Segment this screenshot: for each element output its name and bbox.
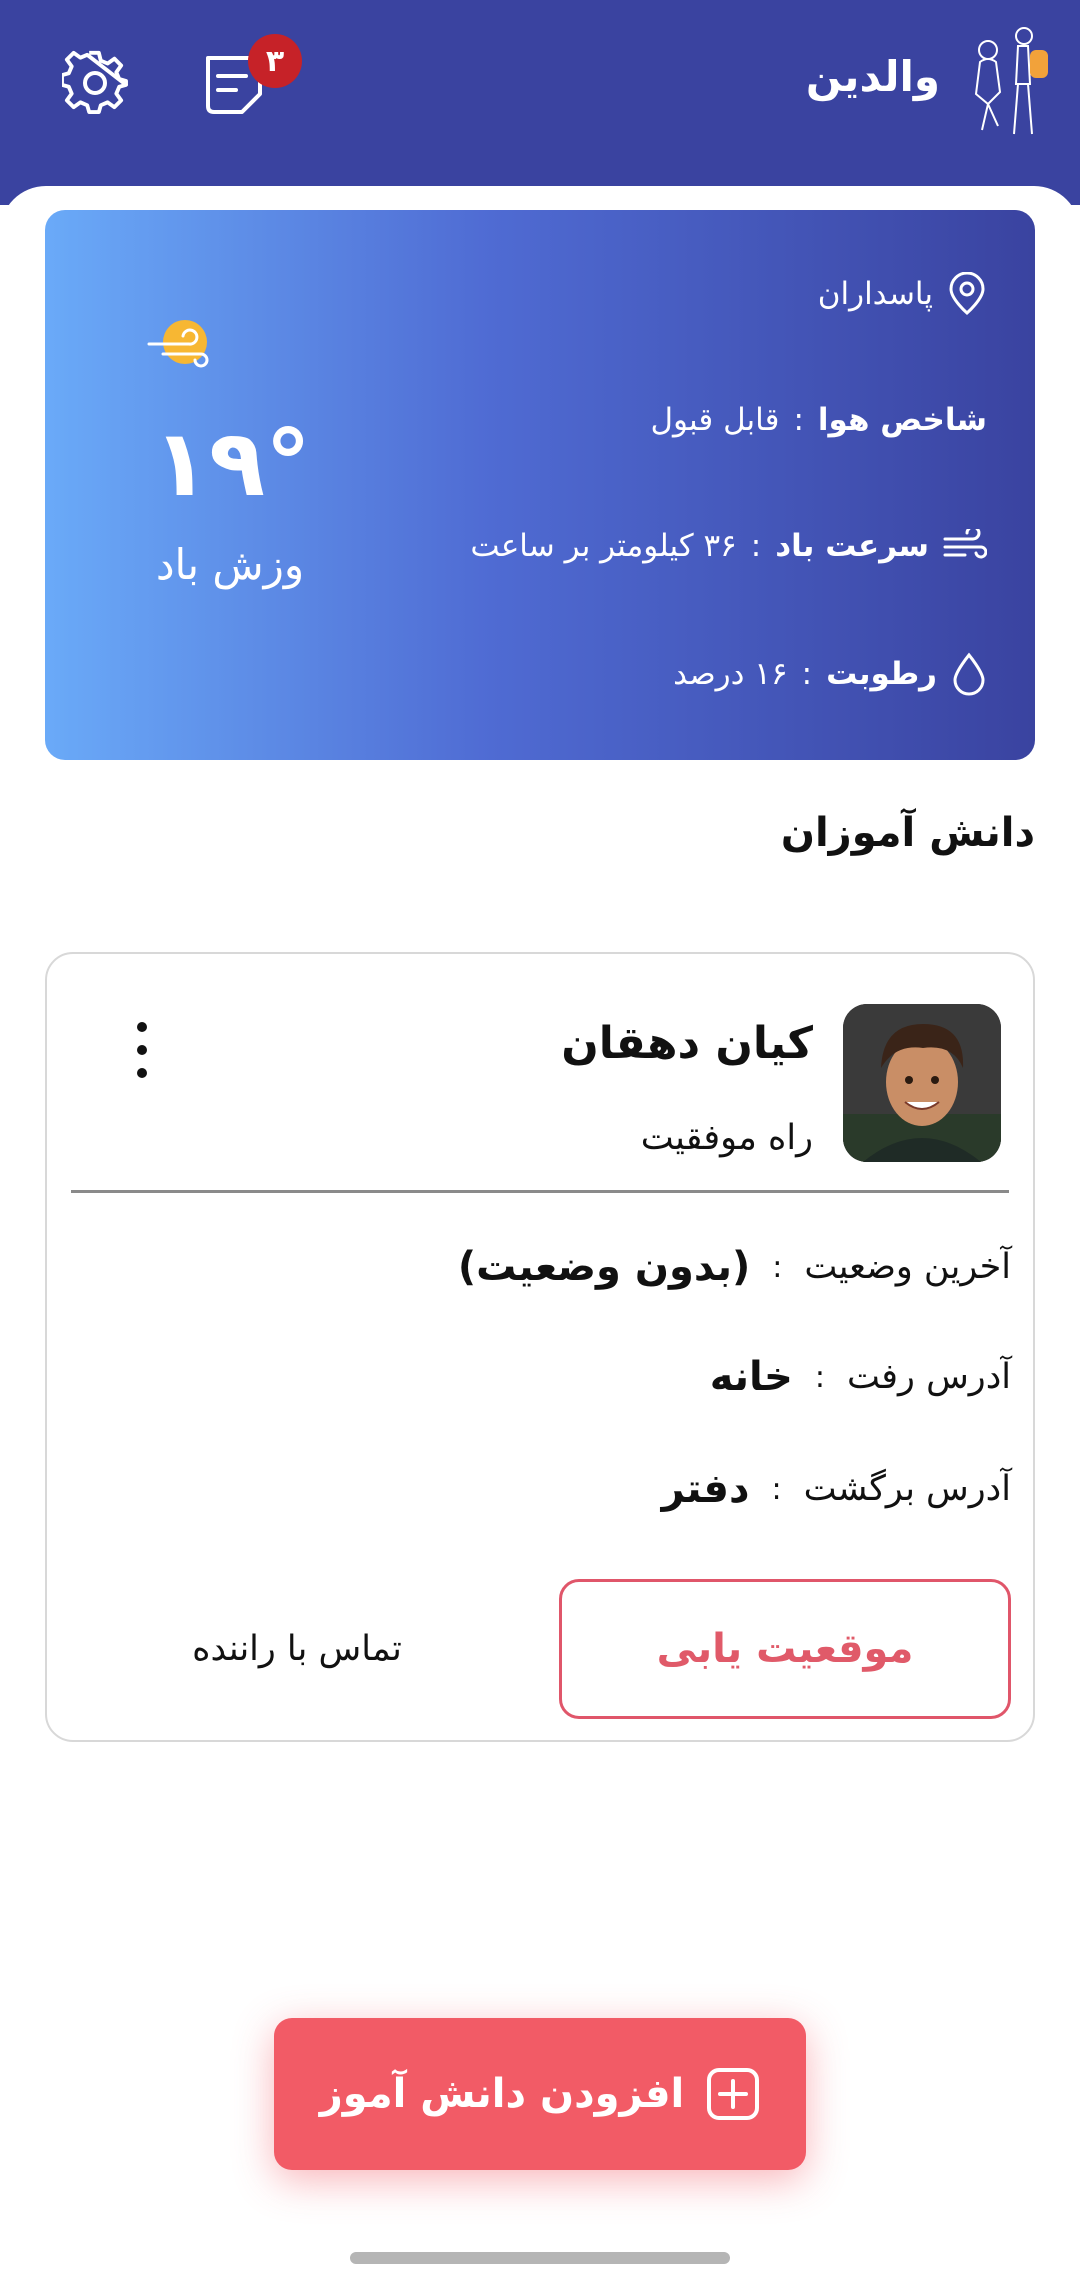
- water-drop-icon: [953, 652, 985, 696]
- weather-condition: وزش باد: [155, 540, 305, 589]
- separator: :: [814, 1359, 825, 1395]
- separator: :: [772, 1249, 783, 1285]
- location-name: پاسداران: [817, 276, 933, 312]
- student-name: کیان دهقان: [561, 1018, 813, 1069]
- wind-speed-value: ۳۶ کیلومتر بر ساعت: [470, 528, 737, 564]
- return-address-row: آدرس برگشت : دفتر: [662, 1466, 1011, 1512]
- last-status-value: (بدون وضعیت): [457, 1244, 751, 1290]
- separator: :: [801, 656, 813, 692]
- pickup-address-row: آدرس رفت : خانه: [710, 1354, 1011, 1400]
- add-student-button[interactable]: افزودن دانش آموز: [274, 2018, 806, 2170]
- windy-sun-icon: [147, 320, 209, 368]
- page-title: والدین: [805, 52, 940, 101]
- separator: :: [793, 402, 804, 438]
- humidity-value: ۱۶ درصد: [673, 656, 788, 692]
- divider: [71, 1190, 1009, 1193]
- student-card: کیان دهقان راه موفقیت آخرین وضعیت : (بدو…: [45, 952, 1035, 1742]
- location-row: پاسداران: [818, 272, 987, 316]
- weather-card: پاسداران شاخص هوا : قابل قبول سرعت باد :…: [45, 210, 1035, 760]
- air-quality-row: شاخص هوا : قابل قبول: [651, 402, 988, 438]
- wind-icon: [943, 529, 987, 559]
- pickup-address-value: خانه: [709, 1354, 793, 1400]
- pickup-address-label: آدرس رفت: [846, 1357, 1011, 1397]
- temperature: ۱۹°: [152, 410, 312, 517]
- notification-count-badge: ۳: [248, 34, 302, 88]
- air-quality-label: شاخص هوا: [817, 402, 987, 438]
- last-status-row: آخرین وضعیت : (بدون وضعیت): [458, 1244, 1011, 1290]
- humidity-row: رطوبت : ۱۶ درصد: [673, 652, 987, 696]
- last-status-label: آخرین وضعیت: [804, 1247, 1011, 1287]
- student-route: راه موفقیت: [640, 1118, 813, 1158]
- return-address-value: دفتر: [661, 1466, 750, 1512]
- plus-square-icon: [707, 2068, 760, 2120]
- separator: :: [750, 528, 762, 564]
- students-section-title: دانش آموزان: [780, 810, 1035, 856]
- home-indicator[interactable]: [350, 2252, 730, 2264]
- wind-speed-row: سرعت باد : ۳۶ کیلومتر بر ساعت: [470, 528, 987, 564]
- settings-gear-icon[interactable]: [62, 50, 128, 116]
- humidity-label: رطوبت: [826, 656, 937, 692]
- separator: :: [771, 1471, 782, 1507]
- air-quality-value: قابل قبول: [650, 402, 780, 438]
- wind-speed-label: سرعت باد: [775, 528, 929, 564]
- add-student-label: افزودن دانش آموز: [319, 2071, 685, 2117]
- locate-button[interactable]: موقعیت یابی: [559, 1579, 1011, 1719]
- location-pin-icon: [949, 272, 985, 315]
- student-avatar: [843, 1004, 1001, 1162]
- app-header: والدین ۳: [0, 0, 1080, 205]
- parent-child-illustration: [974, 27, 1048, 135]
- more-options-icon[interactable]: [127, 1022, 157, 1078]
- return-address-label: آدرس برگشت: [803, 1469, 1011, 1509]
- call-driver-button[interactable]: تماس با راننده: [147, 1614, 447, 1684]
